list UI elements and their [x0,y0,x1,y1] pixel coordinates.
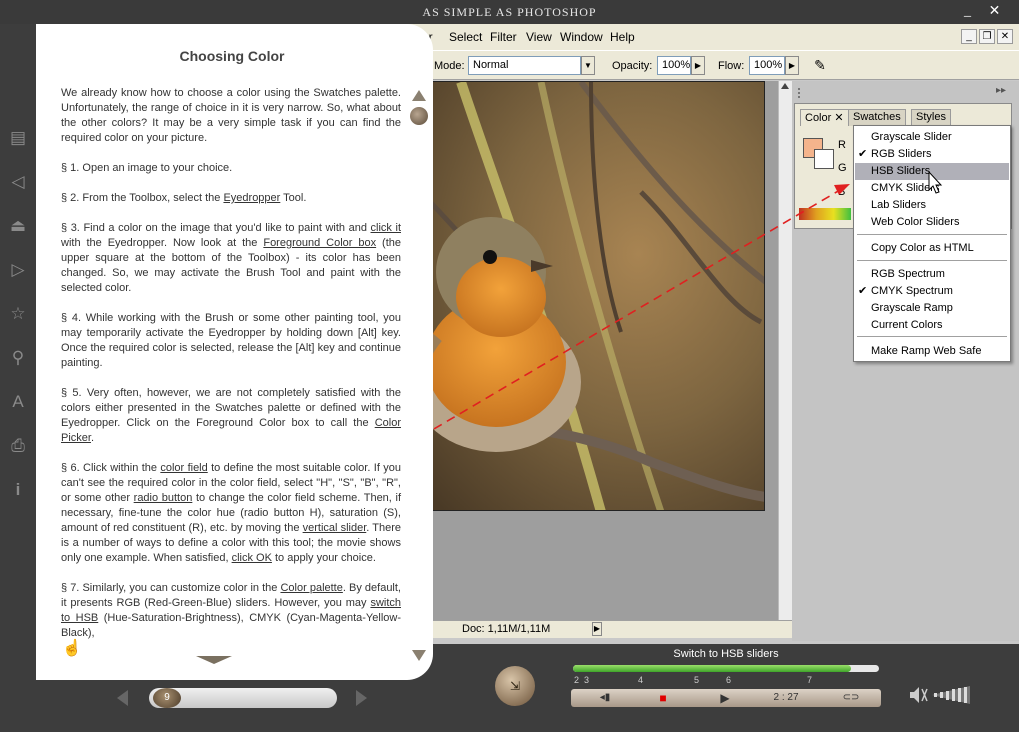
loop-icon[interactable]: ⊂⊃ [836,689,866,707]
tick-2[interactable]: 2 [574,675,579,685]
tick-5[interactable]: 5 [694,675,699,685]
expand-down-icon[interactable] [196,656,232,664]
tutorial-link[interactable]: click it [371,222,401,234]
tutorial-title: Choosing Color [179,48,285,64]
tutorial-text-segment: § 7. Similarly, you can customize color … [61,582,281,594]
tutorial-paragraph: § 3. Find a color on the image that you'… [61,221,401,296]
tutorial-link[interactable]: click OK [232,552,272,564]
tutorial-paragraph: § 6. Click within the color field to def… [61,461,401,566]
tutorial-card: Choosing Color We already know how to ch… [36,24,433,680]
tutorial-link[interactable]: radio button [134,492,193,504]
tutorial-text-segment: Tool. [280,192,307,204]
tutorial-paragraph: § 7. Similarly, you can customize color … [61,581,401,641]
play-button-icon[interactable]: ▶ [712,689,738,707]
tutorial-text: We already know how to choose a color us… [61,86,401,656]
stop-icon[interactable]: ■ [650,689,676,707]
lesson-caption: Switch to HSB sliders [673,648,779,660]
volume-control[interactable] [908,684,972,706]
tutorial-link[interactable]: Eyedropper [223,192,280,204]
scroll-down-arrow-icon[interactable] [412,650,426,661]
exit-to-book-icon[interactable]: ⇲ [495,666,535,706]
hand-cursor-icon: ☝ [62,640,82,657]
tick-4[interactable]: 4 [638,675,643,685]
previous-page-icon[interactable] [117,690,128,706]
tutorial-text-segment: . [90,432,95,444]
tutorial-text-segment: to apply your choice. [271,552,376,564]
lesson-progress-fill [573,665,852,672]
scroll-thumb[interactable] [410,107,428,125]
lesson-progress-bar[interactable] [573,665,879,672]
next-page-icon[interactable] [356,690,367,706]
app-window: AS SIMPLE AS PHOTOSHOP _ ✕ ▤ ◁ ⏏ ▷ ☆ ⚲ A… [0,0,1019,732]
tutorial-paragraph: We already know how to choose a color us… [61,86,401,146]
tick-7[interactable]: 7 [807,675,812,685]
tutorial-paragraph: § 1. Open an image to your choice. [61,161,401,176]
tutorial-link[interactable]: vertical slider [303,522,367,534]
scroll-up-arrow-icon[interactable] [412,90,426,101]
tutorial-paragraph: § 4. While working with the Brush or som… [61,311,401,371]
tutorial-text-segment: § 1. Open an image to your choice. [61,162,233,174]
tutorial-text-segment: We already know how to choose a color us… [61,87,401,144]
tutorial-link[interactable]: Foreground Color box [263,237,376,249]
rewind-icon[interactable]: ◂▮ [590,689,620,707]
tutorial-paragraph: § 2. From the Toolbox, select the Eyedro… [61,191,401,206]
page-slider-knob[interactable]: 9 [153,688,181,708]
tick-3[interactable]: 3 [584,675,589,685]
tutorial-paragraph: § 5. Very often, however, we are not com… [61,386,401,446]
tutorial-text-segment: with the Eyedropper. Now look at the [61,237,264,249]
speaker-icon [910,687,919,703]
tutorial-text-segment: (Hue-Saturation-Brightness), CMYK (Cyan-… [61,612,401,639]
playback-time: 2 : 27 [773,692,799,703]
tutorial-text-segment: § 5. Very often, however, we are not com… [61,387,401,429]
tutorial-text-segment: § 2. From the Toolbox, select the [61,192,224,204]
tutorial-text-segment: § 3. Find a color on the image that you'… [61,222,371,234]
tutorial-text-segment: § 4. While working with the Brush or som… [61,312,401,369]
tutorial-link[interactable]: Color palette [280,582,342,594]
tutorial-text-segment: § 6. Click within the [61,462,161,474]
tutorial-link[interactable]: color field [160,462,207,474]
tick-6[interactable]: 6 [726,675,731,685]
